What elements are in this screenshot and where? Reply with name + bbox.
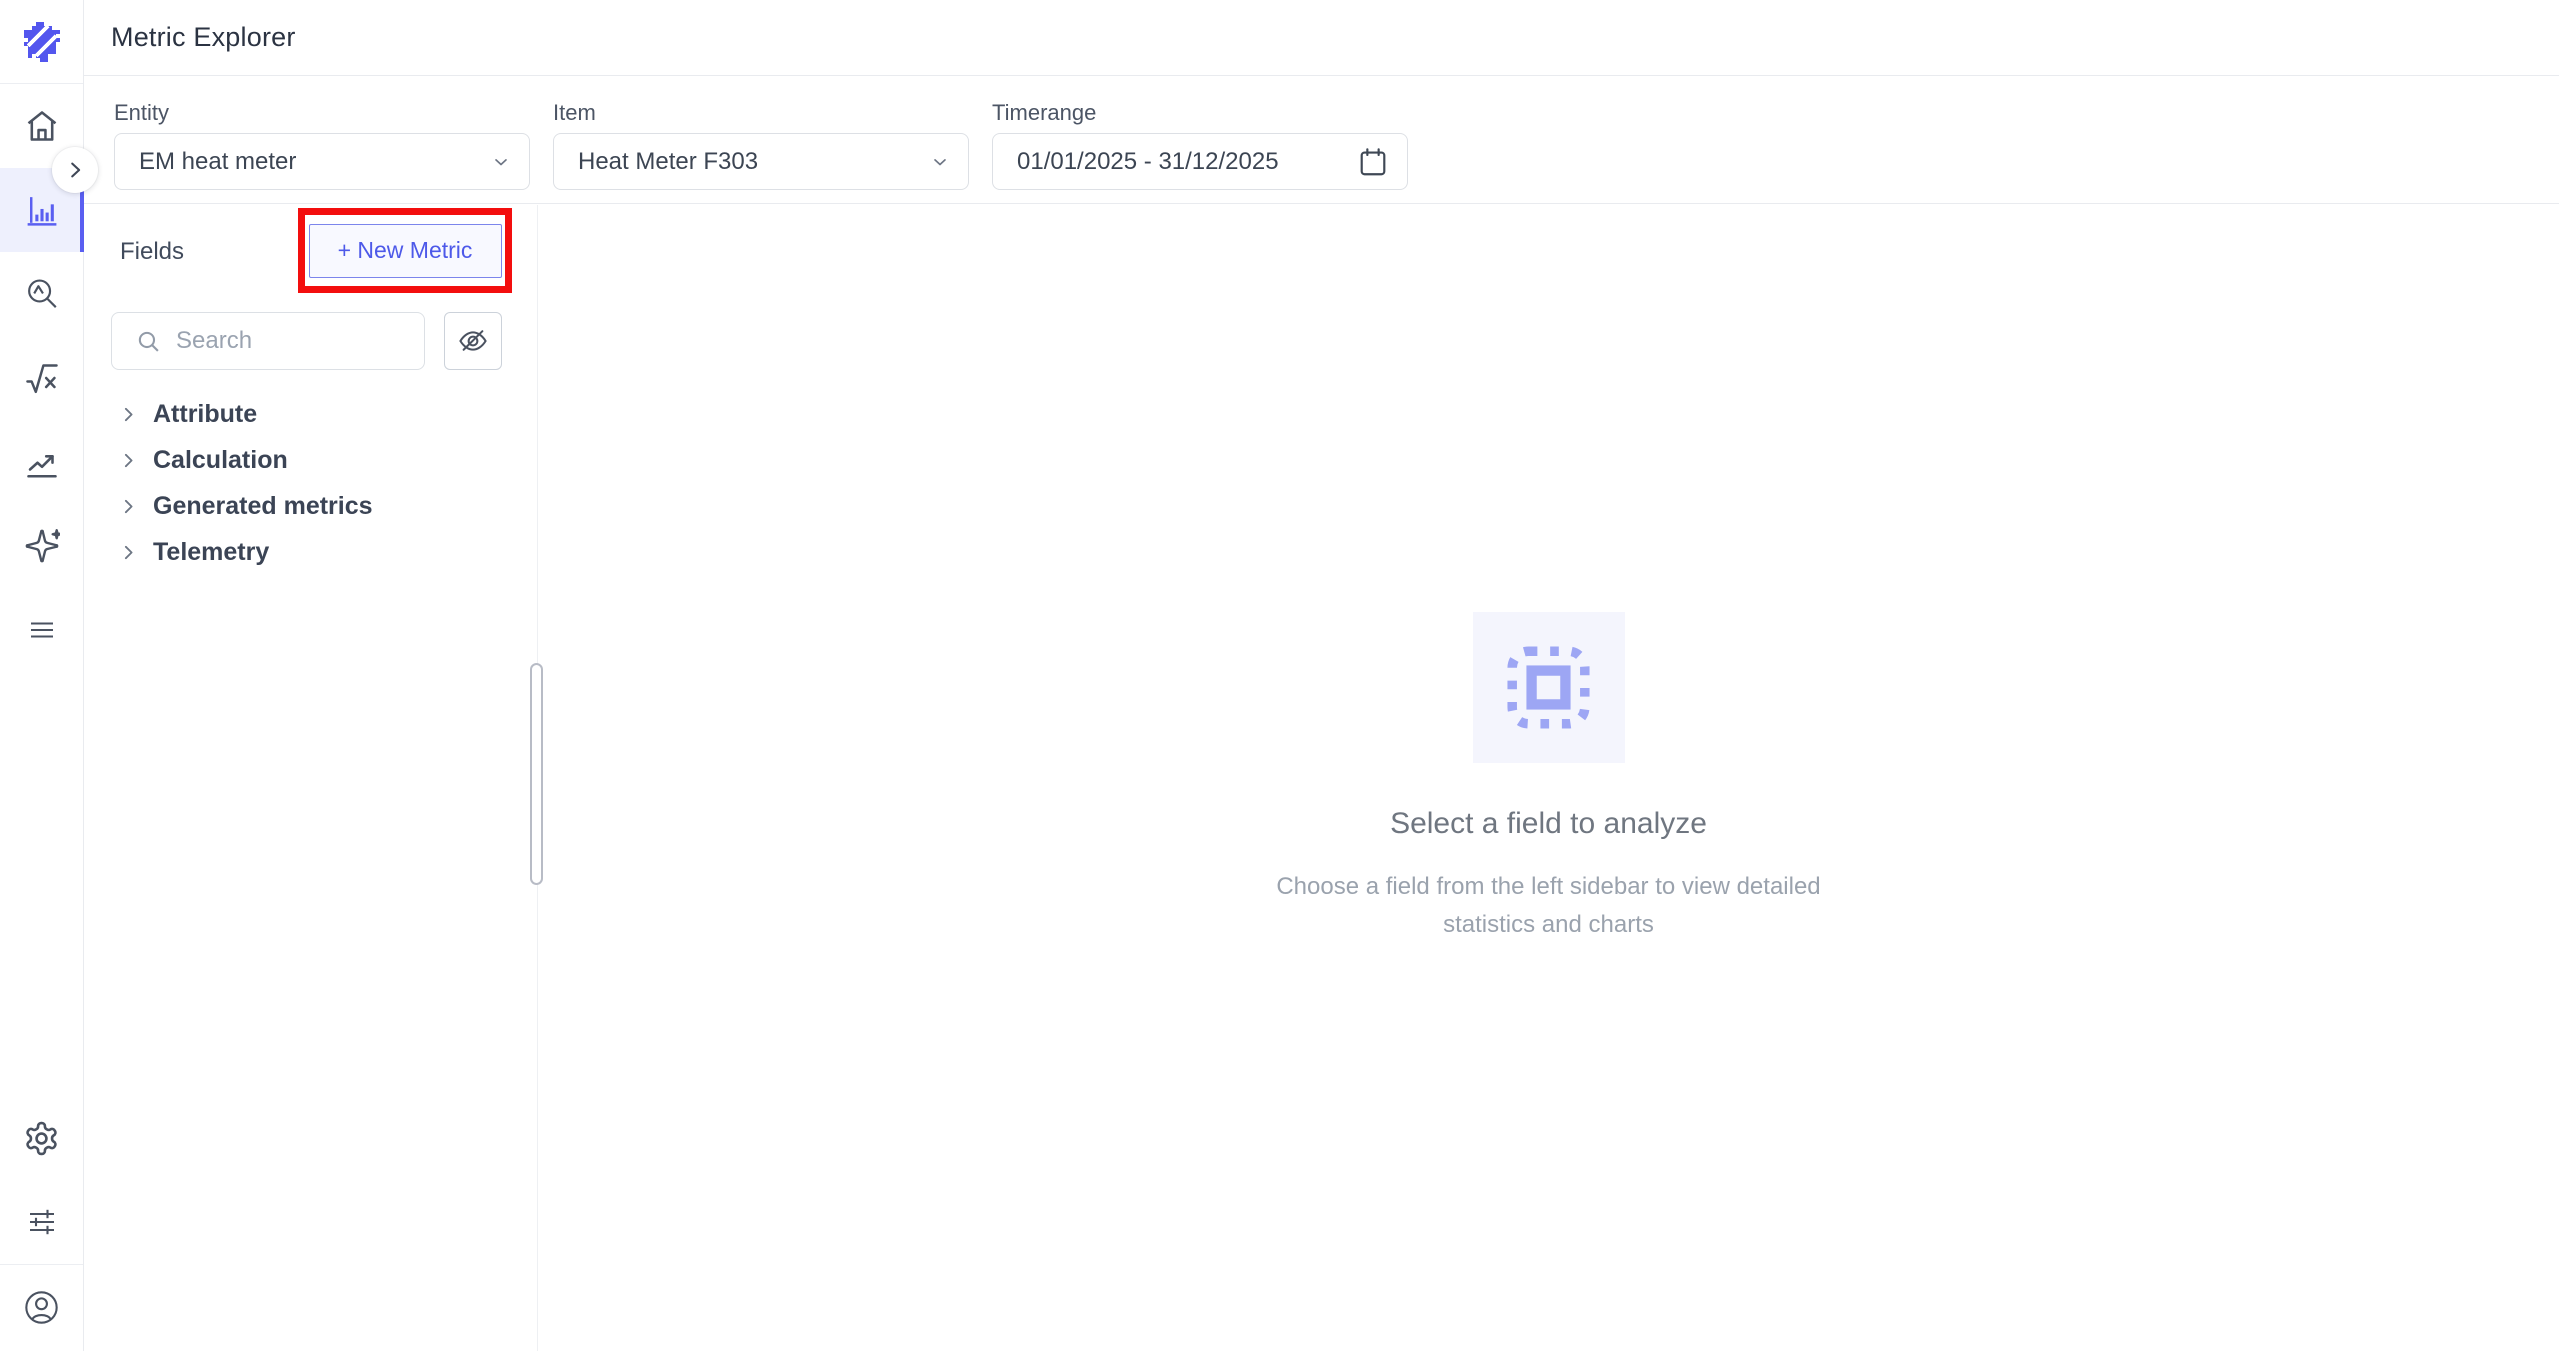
item-filter: Item Heat Meter F303 bbox=[553, 100, 969, 203]
main-content: Select a field to analyze Choose a field… bbox=[538, 205, 2559, 1351]
search-field bbox=[111, 312, 425, 370]
empty-state-title: Select a field to analyze bbox=[1390, 807, 1707, 841]
home-icon bbox=[24, 108, 60, 144]
pixel-gear-logo-icon bbox=[24, 22, 60, 62]
empty-state-subtitle: Choose a field from the left sidebar to … bbox=[1244, 868, 1854, 944]
entity-label: Entity bbox=[114, 100, 530, 126]
item-label: Item bbox=[553, 100, 969, 126]
tree-group-generated-metrics[interactable]: Generated metrics bbox=[84, 483, 529, 529]
entity-value: EM heat meter bbox=[139, 148, 491, 176]
app-logo[interactable] bbox=[0, 0, 83, 84]
gear-icon bbox=[23, 1120, 60, 1157]
sidebar-bottom bbox=[0, 1096, 83, 1349]
toggle-hidden-fields-button[interactable] bbox=[444, 312, 502, 370]
fields-tree: Attribute Calculation Generated metrics … bbox=[84, 391, 529, 575]
sidebar-item-trends[interactable] bbox=[0, 420, 83, 504]
timerange-label: Timerange bbox=[992, 100, 1408, 126]
chevron-right-icon bbox=[118, 404, 139, 425]
sidebar-item-calculations[interactable] bbox=[0, 336, 83, 420]
entity-select[interactable]: EM heat meter bbox=[114, 133, 530, 190]
sliders-icon bbox=[24, 1204, 60, 1240]
chevron-right-icon bbox=[64, 159, 86, 181]
sidebar bbox=[0, 0, 84, 1351]
sidebar-item-preferences[interactable] bbox=[0, 1180, 83, 1264]
search-pulse-icon bbox=[24, 276, 60, 312]
chevron-right-icon bbox=[118, 450, 139, 471]
item-select[interactable]: Heat Meter F303 bbox=[553, 133, 969, 190]
chevron-right-icon bbox=[118, 496, 139, 517]
page-title: Metric Explorer bbox=[111, 22, 296, 53]
tree-group-telemetry[interactable]: Telemetry bbox=[84, 529, 529, 575]
sparkles-icon bbox=[24, 528, 60, 564]
box-select-icon bbox=[1499, 638, 1598, 737]
timerange-picker[interactable]: 01/01/2025 - 31/12/2025 bbox=[992, 133, 1408, 190]
tree-group-label: Generated metrics bbox=[153, 492, 373, 521]
tree-group-label: Calculation bbox=[153, 446, 288, 475]
sidebar-item-ai-insights[interactable] bbox=[0, 504, 83, 588]
empty-state: Select a field to analyze Choose a field… bbox=[1244, 612, 1854, 944]
annotation-highlight: + New Metric bbox=[298, 208, 512, 293]
tree-group-attribute[interactable]: Attribute bbox=[84, 391, 529, 437]
search-input[interactable] bbox=[174, 326, 398, 356]
sidebar-item-menu[interactable] bbox=[0, 588, 83, 672]
sidebar-item-analyze[interactable] bbox=[0, 252, 83, 336]
entity-filter: Entity EM heat meter bbox=[114, 100, 530, 203]
filter-bar: Entity EM heat meter Item Heat Meter F30… bbox=[84, 76, 2559, 204]
sidebar-item-profile[interactable] bbox=[0, 1265, 83, 1349]
sidebar-item-settings[interactable] bbox=[0, 1096, 83, 1180]
fields-panel: Fields + New Metric Attribute bbox=[84, 205, 537, 1351]
fields-scrollbar-thumb[interactable] bbox=[530, 663, 543, 885]
item-value: Heat Meter F303 bbox=[578, 148, 930, 176]
sidebar-expand-button[interactable] bbox=[52, 147, 98, 193]
timerange-value: 01/01/2025 - 31/12/2025 bbox=[1017, 148, 1357, 176]
metric-explorer-screen: Metric Explorer Entity EM heat meter Ite… bbox=[0, 0, 2559, 1351]
tree-group-label: Attribute bbox=[153, 400, 257, 429]
top-header: Metric Explorer bbox=[84, 0, 2559, 76]
timerange-filter: Timerange 01/01/2025 - 31/12/2025 bbox=[992, 100, 1408, 203]
calendar-icon bbox=[1357, 146, 1389, 178]
tree-group-label: Telemetry bbox=[153, 538, 269, 567]
chevron-down-icon bbox=[491, 152, 511, 172]
new-metric-button[interactable]: + New Metric bbox=[309, 224, 502, 278]
menu-icon bbox=[24, 612, 60, 648]
square-root-icon bbox=[24, 360, 60, 396]
user-icon bbox=[23, 1289, 60, 1326]
fields-search-row bbox=[111, 312, 502, 370]
chevron-right-icon bbox=[118, 542, 139, 563]
trending-up-icon bbox=[24, 444, 60, 480]
eye-off-icon bbox=[457, 325, 489, 357]
bar-chart-icon bbox=[23, 192, 60, 229]
tree-group-calculation[interactable]: Calculation bbox=[84, 437, 529, 483]
search-icon bbox=[136, 329, 161, 354]
empty-state-icon-box bbox=[1473, 612, 1625, 763]
chevron-down-icon bbox=[930, 152, 950, 172]
fields-panel-title: Fields bbox=[120, 238, 184, 266]
